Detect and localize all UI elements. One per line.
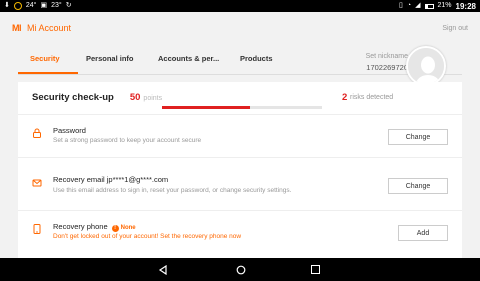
security-checkup: Security check-up 50 points 2 risks dete… — [32, 92, 452, 109]
back-icon[interactable] — [158, 265, 168, 275]
phone-icon — [33, 224, 41, 234]
mi-logo: MI — [12, 23, 22, 33]
recovery-phone-title: Recovery phone — [53, 222, 108, 231]
password-description: Set a strong password to keep your accou… — [53, 137, 202, 144]
security-card: Security check-up 50 points 2 risks dete… — [18, 82, 462, 262]
tab-security[interactable]: Security — [30, 54, 60, 63]
tab-personal-info[interactable]: Personal info — [86, 54, 134, 63]
status-badge-label: None — [120, 225, 136, 231]
wifi-icon: ◔ — [406, 2, 412, 9]
home-icon[interactable] — [236, 265, 246, 275]
set-nickname-link[interactable]: Set nickname — [366, 53, 408, 60]
avatar[interactable] — [406, 46, 446, 86]
risk-count: 2 — [342, 92, 348, 103]
tab-divider — [18, 74, 462, 75]
battery-icon — [424, 3, 434, 9]
password-title: Password — [53, 126, 86, 135]
lock-icon — [33, 128, 41, 138]
app-title: Mi Account — [27, 23, 72, 33]
tab-accounts-permissions[interactable]: Accounts & per... — [158, 54, 219, 63]
app-header: MI Mi Account Sign out — [0, 12, 480, 44]
score-progress-bar — [162, 106, 322, 109]
list-item-recovery-phone: Recovery phone! None Don't get locked out… — [18, 210, 462, 262]
checkup-title: Security check-up — [32, 92, 114, 103]
score-value: 50 — [129, 92, 141, 103]
score-progress-fill — [162, 106, 250, 109]
tab-products[interactable]: Products — [240, 54, 273, 63]
recovery-phone-description: Don't get locked out of your account! Se… — [53, 233, 242, 240]
image-icon: ▣ — [40, 2, 48, 9]
change-password-button[interactable]: Change — [388, 129, 448, 145]
points-label: points — [143, 95, 163, 102]
clock: 19:28 — [455, 1, 476, 11]
user-silhouette-icon — [408, 48, 444, 84]
add-phone-button[interactable]: Add — [398, 225, 448, 241]
system-nav-bar — [0, 258, 480, 281]
profile-info: Set nickname 1702269720 — [366, 53, 408, 72]
list-item-recovery-email: Recovery email jp****1@g****.com Use thi… — [18, 157, 462, 209]
sync-icon: ↻ — [65, 2, 72, 9]
recent-apps-icon[interactable] — [311, 265, 320, 274]
vibrate-icon: ▯ — [399, 2, 403, 9]
status-badge: ! None — [111, 224, 136, 232]
sign-out-link[interactable]: Sign out — [442, 25, 468, 32]
coin-icon — [13, 2, 22, 10]
temperature-text: 24° — [25, 2, 37, 9]
risk-label: risks detected — [350, 94, 394, 101]
signal-icon: ◢ — [415, 2, 421, 9]
recovery-email-title: Recovery email jp****1@g****.com — [53, 175, 169, 184]
status-bar: ⬇ 24° ▣ 23° ↻ ▯ ◔ ◢ 21% 19:28 — [0, 0, 480, 12]
user-id: 1702269720 — [366, 63, 408, 72]
recovery-email-description: Use this email address to sign in, reset… — [53, 187, 292, 194]
battery-percent: 21% — [437, 2, 452, 9]
envelope-icon — [32, 179, 42, 187]
change-email-button[interactable]: Change — [388, 178, 448, 194]
temperature-small-text: 23° — [51, 2, 62, 9]
alert-icon: ! — [111, 224, 119, 232]
download-icon: ⬇ — [4, 2, 10, 9]
recovery-phone-title-wrap: Recovery phone! None — [53, 222, 136, 232]
